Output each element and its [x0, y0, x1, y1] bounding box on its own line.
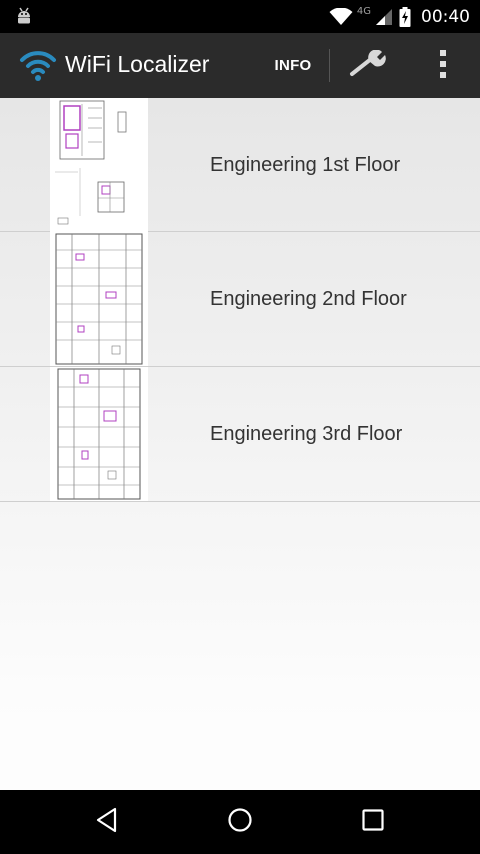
floor-item-2[interactable]: Engineering 2nd Floor — [0, 232, 480, 367]
home-icon — [227, 807, 253, 837]
floor-label: Engineering 1st Floor — [210, 153, 401, 176]
floor-item-3[interactable]: Engineering 3rd Floor — [0, 367, 480, 502]
action-bar-divider — [329, 49, 330, 82]
network-type: 4G — [356, 6, 371, 17]
floor-plan-thumbnail — [50, 232, 148, 366]
overflow-menu-icon — [439, 49, 447, 82]
battery-charging-icon — [399, 6, 411, 27]
floor-item-1[interactable]: Engineering 1st Floor — [0, 98, 480, 232]
clock: 00:40 — [421, 6, 470, 27]
floor-label: Engineering 3rd Floor — [210, 422, 403, 445]
floor-label: Engineering 2nd Floor — [210, 287, 407, 310]
action-bar: WiFi Localizer INFO — [0, 33, 480, 102]
back-icon — [95, 807, 119, 837]
wifi-icon — [329, 7, 353, 26]
wifi-app-icon — [18, 50, 58, 82]
navigation-bar — [0, 790, 480, 854]
info-button[interactable]: INFO — [262, 33, 324, 98]
floor-plan-thumbnail — [50, 367, 148, 501]
status-bar: 4G 00:40 — [0, 0, 480, 33]
wrench-icon — [349, 49, 387, 82]
back-button[interactable] — [67, 790, 147, 854]
android-icon — [14, 6, 34, 26]
signal-icon — [375, 8, 393, 26]
floor-list: Engineering 1st Floor Engineering 2nd Fl… — [0, 98, 480, 790]
floor-plan-thumbnail — [50, 98, 148, 232]
app-title: WiFi Localizer — [65, 51, 210, 77]
settings-button[interactable] — [340, 33, 396, 98]
overflow-menu-button[interactable] — [420, 33, 466, 98]
recents-button[interactable] — [333, 790, 413, 854]
recents-icon — [361, 808, 385, 836]
home-button[interactable] — [200, 790, 280, 854]
